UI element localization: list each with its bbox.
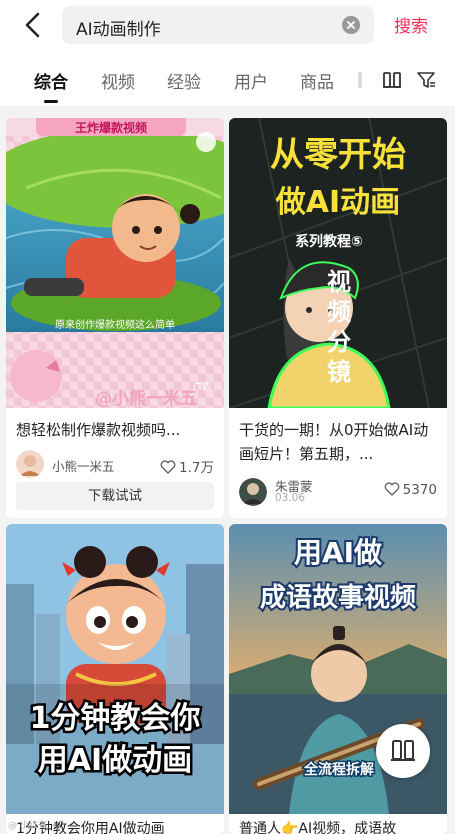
thumb-watermark: @小熊一米五 <box>95 388 197 408</box>
card-title[interactable]: 普通人👉AI视频，成语故 <box>239 818 396 834</box>
more-tabs-fade <box>358 72 362 88</box>
author-name[interactable]: 小熊一米五 <box>52 456 115 475</box>
result-card[interactable]: 1分钟教会你 用AI做动画 1分钟教会你用AI做动画 <box>6 524 224 834</box>
nezha-city-image: 1分钟教会你 用AI做动画 <box>6 524 224 814</box>
thumb-caption: 原来创作爆款视频这么简单 <box>55 318 175 331</box>
video-thumbnail[interactable]: 从零开始 做AI动画 系列教程⑤ 视 频 分 镜 <box>229 118 447 408</box>
tab-all[interactable]: 综合 <box>34 68 68 93</box>
tab-users[interactable]: 用户 <box>234 68 268 93</box>
avatar[interactable] <box>16 450 44 478</box>
tab-video[interactable]: 视频 <box>101 68 135 93</box>
thumb-heading-2: 做AI动画 <box>275 185 400 220</box>
download-button[interactable]: 下载试试 <box>16 482 214 510</box>
anime-tutorial-cover-image: 从零开始 做AI动画 系列教程⑤ 视 频 分 镜 <box>229 118 447 408</box>
card-title[interactable]: 干货的一期！从0开始做AI动画短片！第五期，... <box>239 418 439 466</box>
thumb-series: 系列教程⑤ <box>295 233 363 250</box>
thumb-vertical-char: 镜 <box>327 358 351 386</box>
search-box[interactable]: AI动画制作 <box>62 6 374 44</box>
layout-toggle-icon <box>391 740 415 761</box>
like-count[interactable]: 5370 <box>384 482 437 498</box>
thumb-banner: 王炸爆款视频 <box>75 120 147 135</box>
heart-icon[interactable] <box>160 460 176 474</box>
result-card[interactable]: 王炸爆款视频 原来创作爆款视频这么简单 @小熊一米五 广告 想轻松制作爆款视频吗… <box>6 118 224 518</box>
author-row[interactable]: 小熊一米五 1.7万 <box>16 450 216 480</box>
heart-icon[interactable] <box>384 482 400 496</box>
post-date: 03.06 <box>275 492 306 504</box>
card-title[interactable]: 想轻松制作爆款视频吗... <box>16 418 216 442</box>
result-card[interactable]: 用AI做 成语故事视频 全流程拆解 普通人👉AI视频，成语故 <box>229 524 447 834</box>
ad-badge: 广告 <box>193 381 212 393</box>
back-arrow-icon[interactable] <box>18 10 48 40</box>
thumb-heading-2: 用AI做动画 <box>38 743 192 778</box>
tab-experience[interactable]: 经验 <box>167 68 201 93</box>
thumb-heading-1: 从零开始 <box>270 135 406 175</box>
layout-toggle-icon[interactable] <box>382 70 402 90</box>
top-bar: AI动画制作 搜索 <box>0 0 455 56</box>
active-tab-indicator <box>44 100 58 103</box>
like-count-value: 5370 <box>402 482 437 498</box>
clear-icon[interactable] <box>342 16 360 34</box>
author-row[interactable]: 朱雷蒙 03.06 5370 <box>239 476 439 506</box>
avatar[interactable] <box>239 478 267 506</box>
thumb-vertical-char: 分 <box>327 328 351 356</box>
tab-products[interactable]: 商品 <box>300 68 334 93</box>
floating-layout-button[interactable] <box>376 724 430 778</box>
filter-tabs: 综合 视频 经验 用户 商品 <box>0 56 455 106</box>
app-watermark: @ 小红书 <box>8 821 47 831</box>
result-card[interactable]: 从零开始 做AI动画 系列教程⑤ 视 频 分 镜 干货的一期！从0开始做AI动画… <box>229 118 447 518</box>
like-count[interactable]: 1.7万 <box>160 456 214 476</box>
thumb-caption: 全流程拆解 <box>303 761 374 778</box>
search-input[interactable]: AI动画制作 <box>76 15 161 40</box>
thumb-heading-2: 成语故事视频 <box>260 583 416 613</box>
video-thumbnail[interactable]: 王炸爆款视频 原来创作爆款视频这么简单 @小熊一米五 广告 <box>6 118 224 408</box>
video-thumbnail[interactable]: 1分钟教会你 用AI做动画 <box>6 524 224 814</box>
thumb-vertical-char: 频 <box>327 298 351 326</box>
filter-icon[interactable] <box>416 70 436 90</box>
like-count-value: 1.7万 <box>179 460 214 476</box>
cartoon-boy-on-lotus-image: 王炸爆款视频 原来创作爆款视频这么简单 @小熊一米五 广告 <box>6 118 224 408</box>
thumb-vertical-char: 视 <box>327 268 351 296</box>
search-button[interactable]: 搜索 <box>394 12 428 37</box>
thumb-heading-1: 用AI做 <box>294 536 382 569</box>
thumb-heading-1: 1分钟教会你 <box>30 701 201 736</box>
